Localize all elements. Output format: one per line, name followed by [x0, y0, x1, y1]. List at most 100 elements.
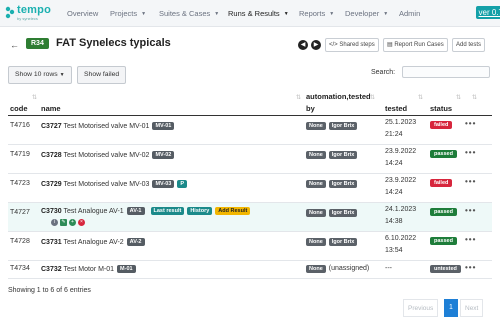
- next-run-button[interactable]: ▶: [311, 40, 321, 50]
- row-name[interactable]: C3732 Test Motor M-01 M-01: [41, 265, 136, 273]
- row-tested-time: 14:24: [385, 189, 403, 196]
- nav-reports-label: Reports: [299, 9, 326, 18]
- row-name[interactable]: C3729 Test Motorised valve MV-03 MV-03 P: [41, 180, 188, 188]
- nav-runs-results-label: Runs & Results: [228, 9, 280, 18]
- remove-icon[interactable]: ×: [78, 219, 85, 226]
- nav-developer[interactable]: Developer ▼: [345, 9, 388, 18]
- nav-suites-cases-label: Suites & Cases: [159, 9, 211, 18]
- table-row[interactable]: T4734 C3732 Test Motor M-01 M-01 None (una…: [8, 261, 492, 279]
- table-row[interactable]: T4719 C3728 Test Motorised valve MV-02 MV…: [8, 145, 492, 174]
- nav-projects[interactable]: Projects ▼: [110, 9, 146, 18]
- entries-info: Showing 1 to 6 of 6 entries: [8, 287, 91, 294]
- case-tag: AV-1: [126, 207, 145, 215]
- app-logo[interactable]: tempo by synelecs: [5, 4, 51, 24]
- tester-chip: Igor Brix: [328, 209, 358, 217]
- row-tested-date: 23.9.2022: [385, 148, 417, 155]
- column-header-status[interactable]: status: [430, 104, 452, 113]
- sort-icon[interactable]: ⇅: [32, 94, 37, 101]
- sort-icon[interactable]: ⇅: [472, 94, 477, 101]
- edit-icon[interactable]: ✎: [60, 219, 67, 226]
- row-tested-time: 13:54: [385, 247, 403, 254]
- nav-runs-results[interactable]: Runs & Results ▼: [228, 9, 289, 18]
- tester-chip: Igor Brix: [328, 122, 358, 130]
- tester-chip: Igor Brix: [328, 180, 358, 188]
- automation-chip: None: [306, 151, 326, 159]
- row-name[interactable]: C3728 Test Motorised valve MV-02 MV-02: [41, 151, 175, 159]
- table-row[interactable]: T4723 C3729 Test Motorised valve MV-03 MV…: [8, 174, 492, 203]
- shared-steps-label: Shared steps: [339, 42, 375, 48]
- case-id: C3731: [41, 239, 62, 246]
- last-result-button[interactable]: Last result: [150, 207, 185, 215]
- more-options-icon[interactable]: •••: [465, 177, 476, 186]
- column-header-name[interactable]: name: [41, 104, 61, 113]
- add-tests-button[interactable]: Add tests: [452, 38, 486, 52]
- row-name[interactable]: C3730 Test Analogue AV-1 AV-1 Last result H…: [41, 207, 251, 215]
- automation-chip: None: [306, 238, 326, 246]
- sort-icon[interactable]: ⇅: [418, 94, 423, 101]
- case-id: C3727: [41, 123, 62, 130]
- page-title: FAT Synelecs typicals: [56, 37, 171, 49]
- row-actions: i ✎ + ×: [51, 218, 87, 226]
- row-status: untested: [430, 265, 461, 273]
- show-rows-button[interactable]: Show 10 rows ▼: [8, 66, 72, 84]
- sort-icon[interactable]: ⇅: [296, 94, 301, 101]
- shared-steps-button[interactable]: </> Shared steps: [325, 38, 379, 52]
- pagination-next[interactable]: Next: [460, 299, 484, 317]
- nav-reports[interactable]: Reports ▼: [299, 9, 334, 18]
- row-name[interactable]: C3727 Test Motorised valve MV-01 MV-01: [41, 122, 175, 130]
- table-row[interactable]: T4728 C3731 Test Analogue AV-2 AV-2 None I…: [8, 232, 492, 261]
- report-run-cases-label: Report Run Cases: [394, 42, 444, 48]
- column-header-automation[interactable]: automation,tested: [306, 92, 371, 101]
- more-options-icon[interactable]: •••: [465, 119, 476, 128]
- more-options-icon[interactable]: •••: [465, 263, 476, 272]
- nav-overview[interactable]: Overview: [67, 9, 98, 18]
- row-tested-date: 6.10.2022: [385, 235, 417, 242]
- back-arrow-icon[interactable]: ←: [10, 40, 19, 50]
- nav-suites-cases[interactable]: Suites & Cases ▼: [159, 9, 219, 18]
- case-tag-p: P: [177, 180, 188, 188]
- column-header-code[interactable]: code: [10, 104, 28, 113]
- case-name: Test Motorised valve MV-03: [63, 181, 150, 188]
- row-tested-date: 24.1.2023: [385, 206, 417, 213]
- tester-chip: Igor Brix: [328, 238, 358, 246]
- table-row[interactable]: T4716 C3727 Test Motorised valve MV-01 MV…: [8, 116, 492, 145]
- sort-icon[interactable]: ⇅: [456, 94, 461, 101]
- more-options-icon[interactable]: •••: [465, 235, 476, 244]
- previous-run-button[interactable]: ◀: [298, 40, 308, 50]
- nav-admin[interactable]: Admin: [399, 9, 420, 18]
- table-row[interactable]: T4727 C3730 Test Analogue AV-1 AV-1 Last r…: [8, 203, 492, 232]
- row-status: failed: [430, 179, 453, 187]
- status-badge: passed: [430, 237, 457, 245]
- row-name[interactable]: C3731 Test Analogue AV-2 AV-2: [41, 238, 145, 246]
- more-options-icon[interactable]: •••: [465, 148, 476, 157]
- logo-mark-icon: [5, 6, 15, 19]
- column-header-tested[interactable]: tested: [385, 104, 407, 113]
- show-failed-button[interactable]: Show failed: [77, 66, 127, 84]
- case-name: Test Motorised valve MV-01: [63, 123, 150, 130]
- caret-down-icon: ▼: [329, 11, 335, 17]
- status-badge: failed: [430, 121, 453, 129]
- add-result-button[interactable]: Add Result: [215, 207, 251, 215]
- more-options-icon[interactable]: •••: [465, 206, 476, 215]
- case-tag: M-01: [117, 265, 136, 273]
- tester-chip: Igor Brix: [328, 151, 358, 159]
- row-status: failed: [430, 121, 453, 129]
- case-id: C3729: [41, 181, 62, 188]
- automation-chip: None: [306, 265, 326, 273]
- pagination-page[interactable]: 1: [444, 299, 458, 317]
- search-input[interactable]: [402, 66, 490, 78]
- info-icon[interactable]: i: [51, 219, 58, 226]
- report-run-cases-button[interactable]: ▤ Report Run Cases: [383, 38, 448, 52]
- row-code: T4734: [10, 265, 30, 272]
- version-badge[interactable]: ver 0.7: [475, 6, 500, 19]
- row-automation: None Igor Brix: [306, 209, 360, 217]
- pagination-previous[interactable]: Previous: [403, 299, 439, 317]
- add-icon[interactable]: +: [69, 219, 76, 226]
- report-icon: ▤: [387, 42, 393, 48]
- row-tested-time: 14:24: [385, 160, 403, 167]
- row-tested-date: 25.1.2023: [385, 119, 417, 126]
- history-button[interactable]: History: [187, 207, 213, 215]
- case-name: Test Motorised valve MV-02: [63, 152, 150, 159]
- status-badge: untested: [430, 265, 461, 273]
- show-rows-label: Show 10 rows: [15, 71, 58, 78]
